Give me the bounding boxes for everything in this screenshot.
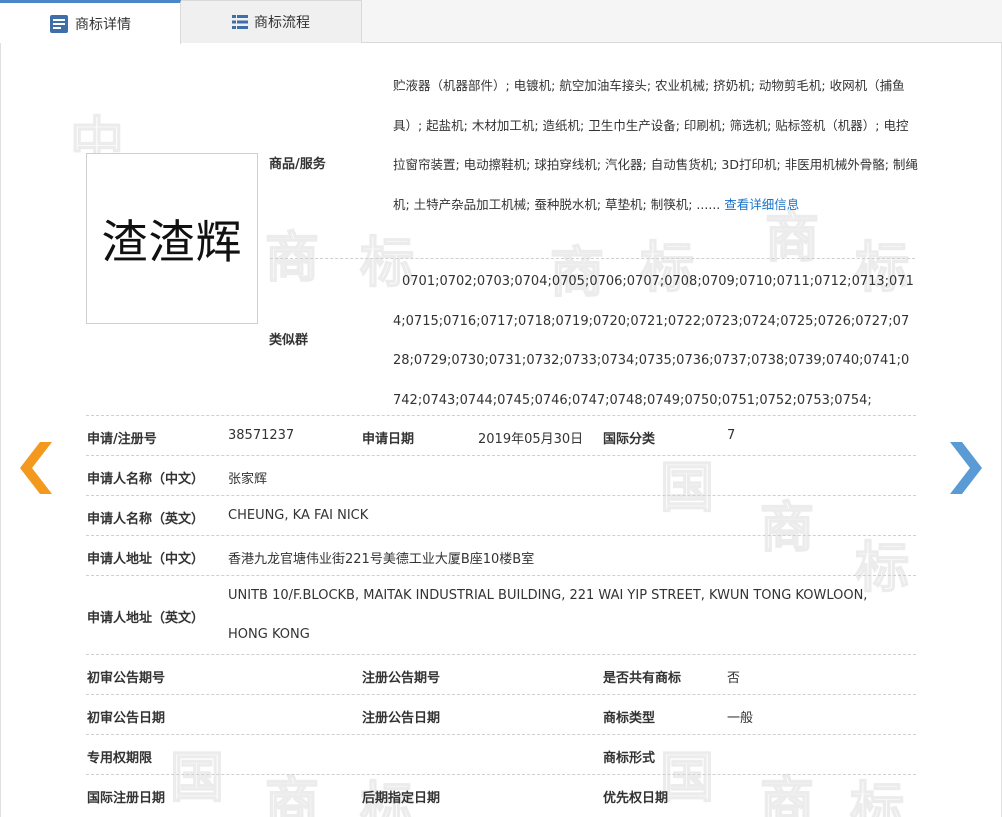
app-date-label: 申请日期 (362, 432, 415, 447)
chevron-left-icon[interactable] (18, 440, 54, 496)
similar-groups-label: 类似群 (269, 333, 309, 348)
goods-services-value: 贮液器（机器部件）; 电镀机; 航空加油车接头; 农业机械; 挤奶机; 动物剪毛… (393, 66, 918, 224)
applicant-en-value: CHEUNG, KA FAI NICK (228, 508, 369, 523)
divider (86, 455, 916, 456)
divider (86, 415, 916, 416)
goods-services-text: 贮液器（机器部件）; 电镀机; 航空加油车接头; 农业机械; 挤奶机; 动物剪毛… (393, 78, 918, 212)
document-list-icon (50, 14, 68, 33)
tab-label: 商标详情 (75, 16, 131, 33)
applicant-cn-value: 张家辉 (228, 472, 268, 487)
reg-pub-no-label: 注册公告期号 (362, 671, 441, 686)
divider (86, 654, 916, 655)
shared-mark-label: 是否共有商标 (603, 671, 682, 686)
divider (86, 734, 916, 735)
trademark-image-text: 渣渣辉 (101, 214, 243, 269)
tab-trademark-detail[interactable]: 商标详情 (0, 0, 181, 44)
divider (86, 535, 916, 536)
divider (86, 575, 916, 576)
list-icon (232, 15, 248, 29)
address-cn-label: 申请人地址（中文） (87, 552, 205, 567)
tab-label: 商标流程 (254, 15, 310, 31)
divider (86, 495, 916, 496)
mark-type-value: 一般 (727, 711, 754, 726)
prelim-pub-date-label: 初审公告日期 (87, 711, 166, 726)
mark-type-label: 商标类型 (603, 711, 656, 726)
intl-class-value: 7 (727, 428, 736, 443)
prelim-pub-no-label: 初审公告期号 (87, 671, 166, 686)
priority-date-label: 优先权日期 (603, 791, 669, 806)
address-en-label: 申请人地址（英文） (87, 611, 205, 626)
goods-services-label: 商品/服务 (269, 157, 326, 172)
mark-form-label: 商标形式 (603, 751, 656, 766)
app-date-value: 2019年05月30日 (478, 432, 584, 447)
similar-groups-value: 0701;0702;0703;0704;0705;0706;0707;0708;… (393, 274, 914, 408)
exclusive-period-label: 专用权期限 (87, 751, 153, 766)
reg-pub-date-label: 注册公告日期 (362, 711, 441, 726)
intl-reg-date-label: 国际注册日期 (87, 791, 166, 806)
applicant-en-label: 申请人名称（英文） (87, 512, 205, 527)
divider (86, 774, 916, 775)
address-en-value-line2: HONG KONG (228, 627, 310, 642)
applicant-cn-label: 申请人名称（中文） (87, 472, 205, 487)
reg-no-value: 38571237 (228, 428, 295, 443)
intl-class-label: 国际分类 (603, 432, 656, 447)
tab-bar: 商标详情 商标流程 (0, 0, 1002, 44)
address-cn-value: 香港九龙官塘伟业街221号美德工业大厦B座10楼B室 (228, 552, 535, 567)
reg-no-label: 申请/注册号 (87, 432, 157, 447)
later-designation-label: 后期指定日期 (362, 791, 441, 806)
address-en-value-line1: UNITB 10/F.BLOCKB, MAITAK INDUSTRIAL BUI… (228, 588, 868, 603)
divider (270, 258, 915, 259)
divider (86, 694, 916, 695)
view-detail-link[interactable]: 查看详细信息 (724, 197, 799, 212)
chevron-right-icon[interactable] (948, 440, 984, 496)
shared-mark-value: 否 (727, 671, 741, 686)
tab-trademark-flow[interactable]: 商标流程 (181, 0, 362, 43)
trademark-image: 渣渣辉 (86, 153, 258, 324)
